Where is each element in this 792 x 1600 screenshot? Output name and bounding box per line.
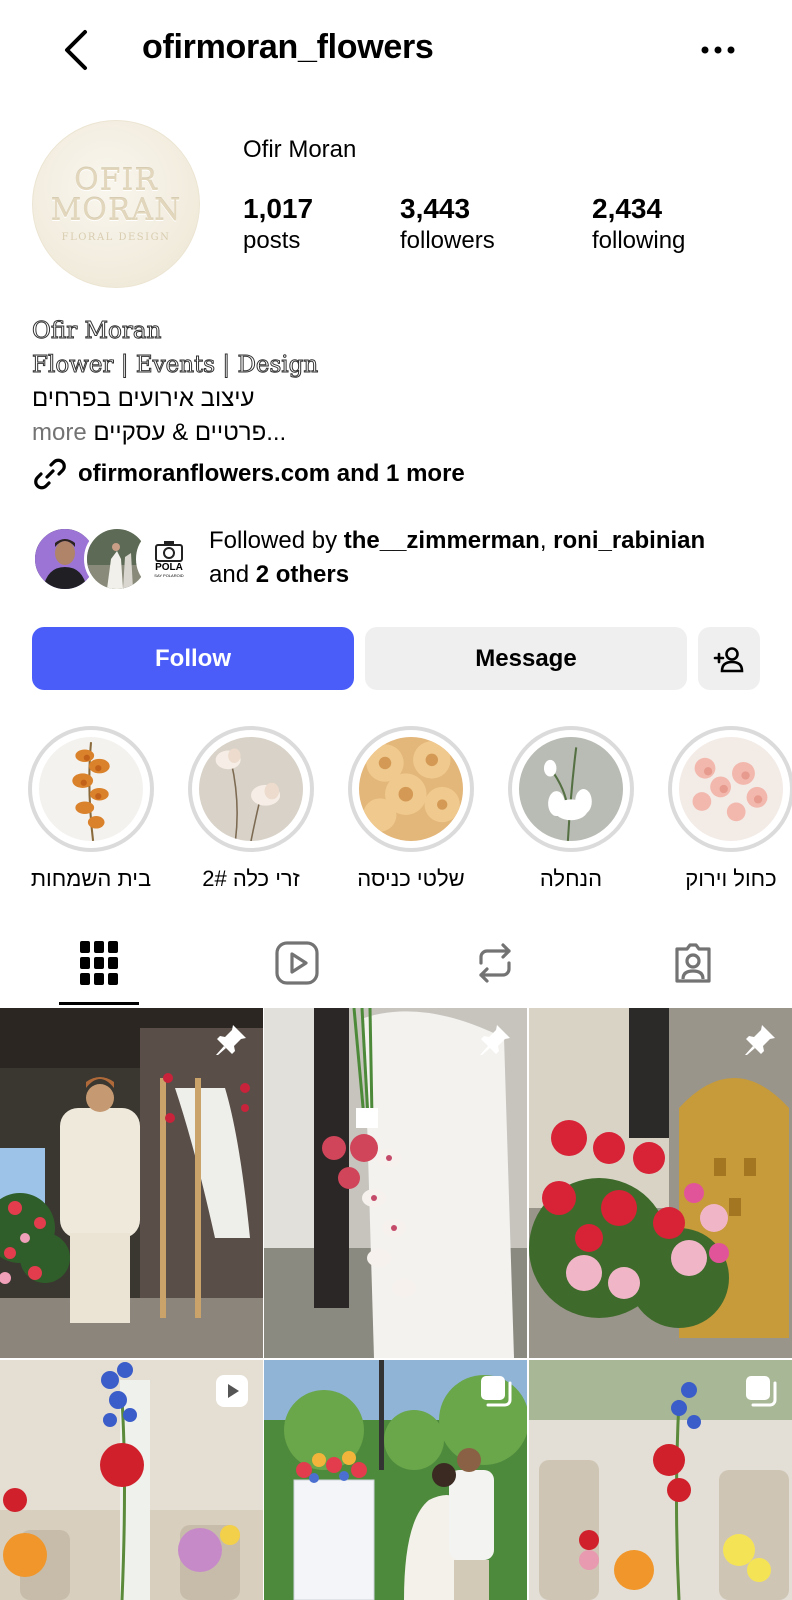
highlight-ring (188, 726, 314, 852)
grid-post[interactable] (264, 1008, 527, 1358)
tab-reels[interactable] (198, 920, 396, 1006)
pin-icon (480, 1025, 510, 1055)
bio-line-tagline: Flower | Events | Design (32, 352, 319, 379)
followed-by-prefix: Followed by (209, 527, 344, 554)
grid-post[interactable] (529, 1008, 792, 1358)
repost-icon (479, 943, 511, 983)
tab-posts[interactable] (0, 920, 198, 1006)
chevron-left-icon (65, 30, 87, 70)
highlight-label: כחול וירוק (685, 866, 777, 891)
profile-tabs (0, 920, 792, 1006)
followers-count-value: 3,443 (400, 193, 471, 224)
suggest-users-button[interactable] (698, 627, 760, 690)
camera-icon (155, 541, 183, 562)
top-bar: ofirmoran_flowers (0, 0, 792, 100)
grid-post[interactable] (264, 1360, 527, 1600)
highlight-ring (668, 726, 792, 852)
active-tab-indicator (59, 1002, 139, 1005)
tagged-person-icon (675, 943, 711, 983)
following-count[interactable]: 2,434 following (592, 192, 685, 256)
highlight-item[interactable]: כחול וירוק (666, 726, 792, 892)
pola-badge-subtext: SAY POLAROID (154, 573, 184, 578)
grid-post[interactable] (529, 1360, 792, 1600)
following-count-label: following (592, 227, 686, 254)
highlight-cover (359, 737, 463, 841)
tab-reposts[interactable] (396, 920, 594, 1006)
grid-post[interactable] (0, 1008, 263, 1358)
message-button[interactable]: Message (365, 627, 687, 690)
link-icon (34, 458, 66, 490)
highlight-ring (508, 726, 634, 852)
posts-grid (0, 1008, 792, 1600)
posts-count-label: posts (243, 227, 301, 254)
bio-line-hebrew-2: more ...פרטיים & עסקיים (32, 416, 752, 450)
highlight-item[interactable]: בית השמחות (26, 726, 156, 892)
highlight-cover (519, 737, 623, 841)
highlight-cover (39, 737, 143, 841)
avatar: POLA SAY POLAROID (136, 526, 202, 592)
highlight-item[interactable]: שלטי כניסה (346, 726, 476, 892)
pin-icon (745, 1025, 775, 1055)
reels-play-icon (275, 941, 319, 985)
post-thumbnail (529, 1008, 792, 1358)
carousel-icon (481, 1376, 512, 1407)
more-options-button[interactable] (694, 30, 742, 70)
followed-by-others[interactable]: 2 others (256, 561, 349, 588)
external-link[interactable]: ofirmoranflowers.com and 1 more (32, 456, 465, 492)
posts-count[interactable]: 1,017 posts (243, 192, 313, 256)
followed-by-user-1[interactable]: the__zimmerman (344, 527, 540, 554)
followers-count-label: followers (400, 227, 495, 254)
posts-count-value: 1,017 (243, 193, 314, 224)
bio-line-hebrew-1: עיצוב אירועים בפרחים (32, 382, 752, 416)
highlight-item[interactable]: הנחלה (506, 726, 636, 892)
followed-by-text[interactable]: Followed by the__zimmerman, roni_rabinia… (209, 524, 769, 592)
avatar-text-line2: MORAN (50, 192, 182, 228)
avatar-text-line1: OFIR (74, 162, 158, 198)
highlight-cover (679, 737, 783, 841)
highlight-label: זרי כלה 2# (202, 866, 300, 891)
profile-display-name: Ofir Moran (243, 136, 357, 163)
external-link-text: ofirmoranflowers.com and 1 more (78, 460, 465, 487)
followed-by-user-2[interactable]: roni_rabinian (553, 527, 705, 554)
post-thumbnail (264, 1008, 527, 1358)
bio-hebrew-text-1: עיצוב אירועים בפרחים (32, 385, 255, 412)
carousel-icon (746, 1376, 777, 1407)
profile-avatar[interactable]: OFIR MORAN FLORAL DESIGN (32, 120, 200, 288)
followers-count[interactable]: 3,443 followers (400, 192, 495, 256)
followed-by-separator: , (539, 527, 554, 554)
mutual-followers-avatars[interactable]: POLA SAY POLAROID (32, 526, 202, 592)
highlight-ring (348, 726, 474, 852)
highlight-cover (199, 737, 303, 841)
following-count-value: 2,434 (592, 193, 663, 224)
avatar-text-line3: FLORAL DESIGN (61, 231, 171, 243)
person-add-icon (713, 646, 744, 672)
highlight-item[interactable]: זרי כלה 2# (186, 726, 316, 892)
post-thumbnail (0, 1008, 263, 1358)
back-button[interactable] (54, 24, 98, 76)
highlight-label: הנחלה (539, 866, 603, 891)
followed-by-and: and (209, 561, 256, 588)
bio-line-name: Ofir Moran (32, 318, 162, 345)
grid-post[interactable] (0, 1360, 263, 1600)
highlight-label: בית השמחות (30, 866, 152, 891)
follow-button[interactable]: Follow (32, 627, 354, 690)
highlight-ring (28, 726, 154, 852)
grid-icon (80, 941, 118, 985)
profile-username: ofirmoran_flowers (142, 28, 434, 66)
profile-bio: Ofir Moran Flower | Events | Design עיצו… (32, 314, 752, 450)
pin-icon (216, 1025, 246, 1055)
tab-tagged[interactable] (594, 920, 792, 1006)
pola-badge-text: POLA (155, 562, 183, 573)
reel-icon (216, 1375, 248, 1407)
highlight-label: שלטי כניסה (357, 866, 465, 891)
more-horizontal-icon (701, 46, 735, 54)
bio-more-link[interactable]: more (32, 419, 87, 446)
bio-hebrew-text-2: ...פרטיים & עסקיים (93, 419, 287, 446)
